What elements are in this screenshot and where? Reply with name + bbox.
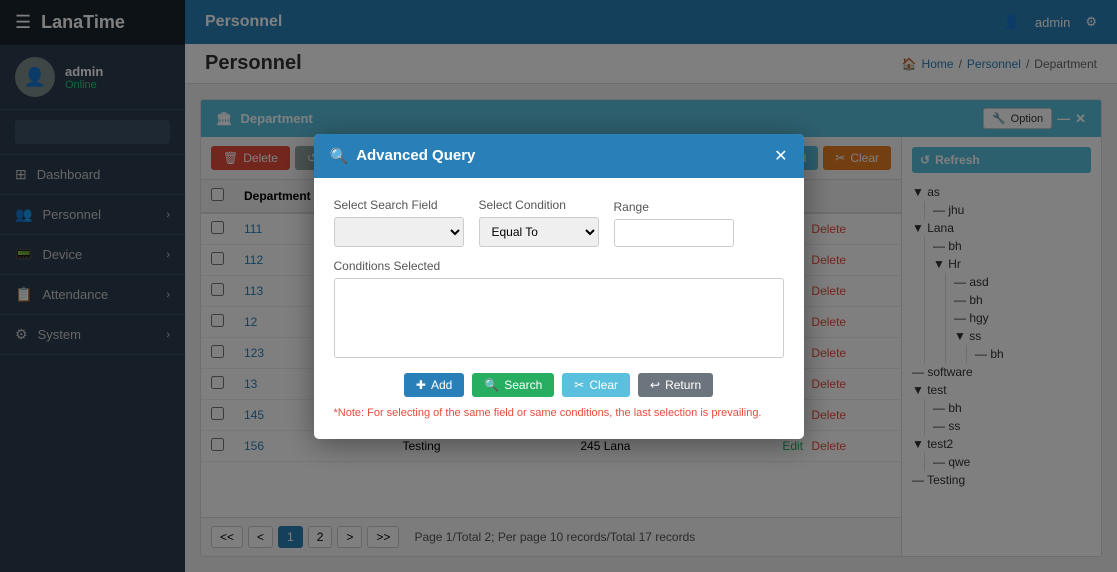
note-text: *Note: For selecting of the same field o… xyxy=(334,407,784,419)
modal-clear-button[interactable]: ✂ Clear xyxy=(562,373,630,397)
modal-title: Advanced Query xyxy=(356,147,475,164)
return-icon: ↩ xyxy=(650,378,660,392)
search-icon-modal: 🔍 xyxy=(484,378,499,392)
add-label: Add xyxy=(431,378,452,392)
select-condition[interactable]: Equal To Not Equal To Greater Than Less … xyxy=(479,217,599,247)
range-label: Range xyxy=(614,200,734,214)
modal-actions: ✚ Add 🔍 Search ✂ Clear ↩ Return xyxy=(334,373,784,397)
plus-icon: ✚ xyxy=(416,378,426,392)
select-field-group: Select Search Field Department No. Depar… xyxy=(334,198,464,247)
range-group: Range xyxy=(614,200,734,247)
range-input[interactable] xyxy=(614,219,734,247)
modal-body: Select Search Field Department No. Depar… xyxy=(314,178,804,439)
modal-header-left: 🔍 Advanced Query xyxy=(330,147,476,165)
modal-search-label: Search xyxy=(504,378,542,392)
return-button[interactable]: ↩ Return xyxy=(638,373,713,397)
form-row-fields: Select Search Field Department No. Depar… xyxy=(334,198,784,247)
modal-close-button[interactable]: ✕ xyxy=(774,146,787,166)
select-field-label: Select Search Field xyxy=(334,198,464,212)
modal-header: 🔍 Advanced Query ✕ xyxy=(314,134,804,178)
modal-clear-label: Clear xyxy=(589,378,618,392)
conditions-selected-section: Conditions Selected xyxy=(334,259,784,361)
return-label: Return xyxy=(665,378,701,392)
conditions-textarea[interactable] xyxy=(334,278,784,358)
add-button[interactable]: ✚ Add xyxy=(404,373,464,397)
binoculars-icon: 🔍 xyxy=(330,147,349,165)
advanced-query-modal: 🔍 Advanced Query ✕ Select Search Field D… xyxy=(314,134,804,439)
condition-group: Select Condition Equal To Not Equal To G… xyxy=(479,198,599,247)
condition-label: Select Condition xyxy=(479,198,599,212)
modal-overlay: 🔍 Advanced Query ✕ Select Search Field D… xyxy=(0,0,1117,572)
conditions-selected-label: Conditions Selected xyxy=(334,259,784,273)
modal-search-button[interactable]: 🔍 Search xyxy=(472,373,554,397)
select-search-field[interactable]: Department No. Department Name xyxy=(334,217,464,247)
clear-icon-modal: ✂ xyxy=(574,378,584,392)
